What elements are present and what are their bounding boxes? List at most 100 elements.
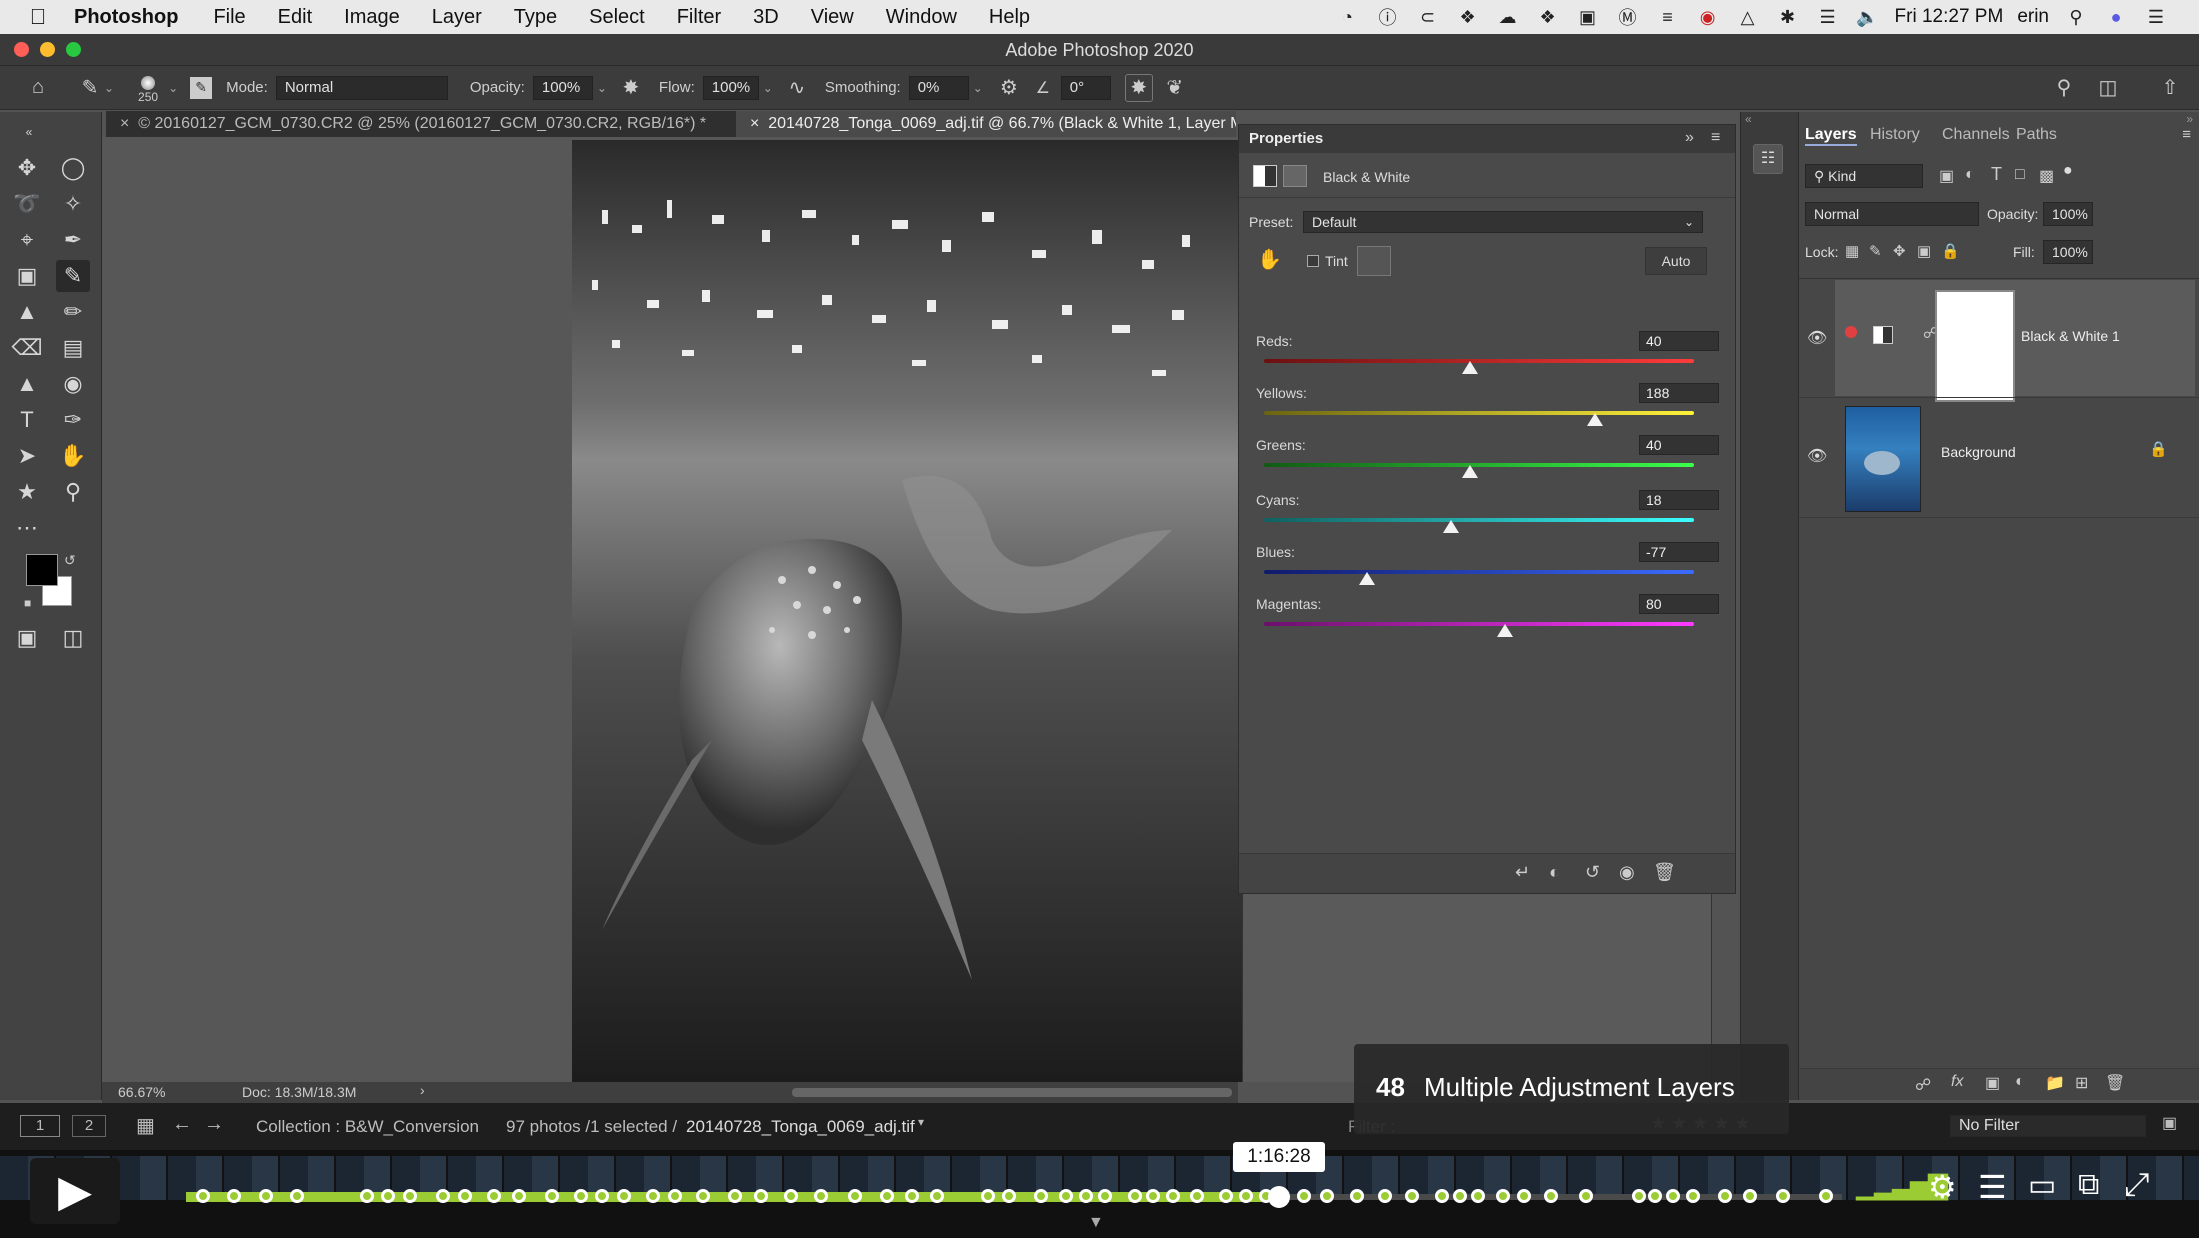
dropbox-alt-icon[interactable]: ❖: [1535, 6, 1561, 28]
airbrush-icon[interactable]: ∿: [783, 74, 811, 102]
slider-track[interactable]: [1264, 411, 1694, 415]
chapter-marker[interactable]: [1434, 1189, 1449, 1203]
chapter-marker[interactable]: [1648, 1189, 1663, 1203]
delete-layer-icon[interactable]: 🗑: [2105, 1073, 2125, 1093]
slider-value-field[interactable]: -77: [1639, 542, 1719, 562]
chevron-down-icon[interactable]: ▼: [1088, 1214, 1104, 1232]
chapter-marker[interactable]: [616, 1189, 631, 1203]
layer-row-black-white[interactable]: ☍ Black & White 1: [1835, 280, 2195, 402]
chapter-marker[interactable]: [1078, 1189, 1093, 1203]
dropdown-arrow-icon[interactable]: ⌄: [597, 81, 607, 95]
opacity-field[interactable]: 100%: [532, 75, 593, 100]
foreground-color-swatch[interactable]: [26, 554, 58, 586]
lock-pixels-icon[interactable]: ✎: [1869, 242, 1882, 260]
close-icon[interactable]: ×: [750, 115, 759, 132]
layer-name[interactable]: Background: [1941, 444, 2016, 460]
apple-menu-icon[interactable]: : [18, 4, 58, 30]
search-icon[interactable]: ⚲: [2050, 74, 2078, 102]
slider-value-field[interactable]: 80: [1639, 594, 1719, 614]
menu-layer[interactable]: Layer: [432, 6, 482, 29]
panel-menu-icon[interactable]: ≡: [2182, 126, 2191, 143]
chapter-marker[interactable]: [727, 1189, 742, 1203]
tab-document-1[interactable]: × © 20160127_GCM_0730.CR2 @ 25% (2016012…: [106, 111, 736, 137]
window-1-button[interactable]: 1: [20, 1115, 60, 1137]
menu-select[interactable]: Select: [589, 6, 645, 29]
chapter-marker[interactable]: [783, 1189, 798, 1203]
airplay-icon[interactable]: ▭: [2028, 1168, 2056, 1203]
chapter-marker[interactable]: [1818, 1189, 1833, 1203]
screen-mode-icon[interactable]: ◫: [56, 622, 90, 654]
chapter-marker[interactable]: [1320, 1189, 1335, 1203]
horizontal-scrollbar[interactable]: [792, 1088, 1232, 1097]
expand-icon[interactable]: «: [1745, 112, 1752, 126]
history-brush-tool-icon[interactable]: ✏: [56, 296, 90, 328]
chapter-marker[interactable]: [667, 1189, 682, 1203]
healing-brush-tool-icon[interactable]: ▣: [10, 260, 44, 292]
slider-track[interactable]: [1264, 463, 1694, 467]
hand-tool-icon[interactable]: ✋: [56, 440, 90, 472]
menu-filter[interactable]: Filter: [677, 6, 721, 29]
properties-panel-icon[interactable]: ☷: [1753, 144, 1783, 174]
symmetry-icon[interactable]: ❦: [1161, 74, 1189, 102]
tint-checkbox[interactable]: [1307, 255, 1319, 267]
share-icon[interactable]: ⇧: [2156, 74, 2184, 102]
play-button[interactable]: ▶: [30, 1158, 120, 1224]
zoom-level[interactable]: 66.67%: [118, 1084, 165, 1100]
stamp-tool-icon[interactable]: ▲: [10, 296, 44, 328]
tab-history[interactable]: History: [1870, 126, 1920, 144]
menu-file[interactable]: File: [213, 6, 245, 29]
menu-type[interactable]: Type: [514, 6, 557, 29]
collection-name[interactable]: Collection : B&W_Conversion: [256, 1117, 479, 1137]
window-2-button[interactable]: 2: [72, 1115, 106, 1137]
opacity-field[interactable]: 100%: [2043, 202, 2093, 226]
default-colors-icon[interactable]: ■: [24, 596, 31, 610]
menu-image[interactable]: Image: [344, 6, 400, 29]
chapter-marker[interactable]: [1452, 1189, 1467, 1203]
grid-view-icon[interactable]: ▦: [136, 1113, 155, 1138]
pressure-opacity-icon[interactable]: ✸: [617, 74, 645, 102]
auto-button[interactable]: Auto: [1645, 247, 1707, 275]
m-icon[interactable]: Ⓜ: [1615, 6, 1641, 28]
cloud-icon[interactable]: ☁: [1495, 6, 1521, 28]
display-icon[interactable]: ▣: [1575, 6, 1601, 28]
app-menu[interactable]: Photoshop: [74, 6, 178, 29]
minimize-window-button[interactable]: [40, 42, 55, 57]
notification-center-icon[interactable]: ☰: [2143, 6, 2169, 28]
type-filter-icon[interactable]: T: [1991, 164, 2002, 185]
selected-filename[interactable]: 20140728_Tonga_0069_adj.tif: [686, 1117, 915, 1137]
tint-color-swatch[interactable]: [1357, 246, 1391, 276]
menu-window[interactable]: Window: [886, 6, 957, 29]
menu-3d[interactable]: 3D: [753, 6, 779, 29]
fill-field[interactable]: 100%: [2043, 240, 2093, 264]
blur-tool-icon[interactable]: ▲: [10, 368, 44, 400]
quick-select-tool-icon[interactable]: ✧: [56, 188, 90, 220]
angle-field[interactable]: 0°: [1060, 75, 1111, 100]
chapter-marker[interactable]: [929, 1189, 944, 1203]
chapter-marker[interactable]: [1189, 1189, 1204, 1203]
targeted-adjustment-hand-icon[interactable]: ✋: [1257, 247, 1282, 272]
volume-icon[interactable]: 🔈: [1855, 6, 1881, 28]
c-icon[interactable]: ⊂: [1415, 6, 1441, 28]
slider-track[interactable]: [1264, 518, 1694, 522]
panel-menu-icon[interactable]: ≡: [1711, 129, 1720, 147]
gear-icon[interactable]: ⚙: [995, 74, 1023, 102]
add-mask-icon[interactable]: ▣: [1985, 1073, 2000, 1093]
smoothing-field[interactable]: 0%: [908, 75, 969, 100]
chapter-marker[interactable]: [1297, 1189, 1312, 1203]
eraser-tool-icon[interactable]: ⌫: [10, 332, 44, 364]
adjustment-filter-icon[interactable]: ◐: [1965, 166, 1975, 184]
gauge-icon[interactable]: ◔: [1335, 6, 1361, 28]
delete-trash-icon[interactable]: 🗑: [1653, 862, 1676, 883]
angle-icon[interactable]: ∠: [1029, 74, 1057, 102]
chapter-marker[interactable]: [813, 1189, 828, 1203]
layer-row-background[interactable]: Background 🔒: [1835, 400, 2195, 516]
fullscreen-icon[interactable]: ⤢: [2124, 1166, 2150, 1204]
chapter-marker[interactable]: [595, 1189, 610, 1203]
pixel-filter-icon[interactable]: ▣: [1939, 166, 1954, 186]
slider-thumb[interactable]: [1496, 624, 1513, 637]
layer-mask-thumbnail[interactable]: [1935, 290, 2015, 402]
close-icon[interactable]: ×: [120, 115, 129, 132]
chapter-marker[interactable]: [904, 1189, 919, 1203]
dropdown-arrow-icon[interactable]: ⌄: [104, 81, 114, 95]
siri-icon[interactable]: ●: [2103, 6, 2129, 28]
